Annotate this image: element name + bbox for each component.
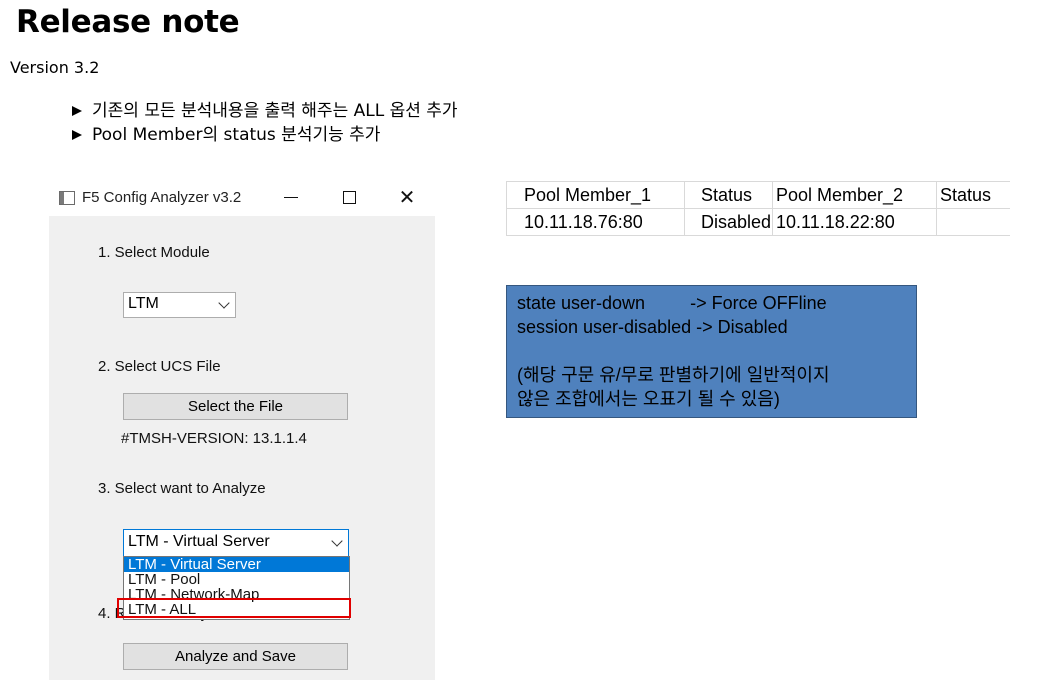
note-line: session user-disabled -> Disabled [517, 317, 788, 337]
note-box: state user-down -> Force OFFline session… [506, 285, 917, 418]
note-line: 않은 조합에서는 오표기 될 수 있음) [517, 389, 780, 409]
bullet-item: 기존의 모든 분석내용을 출력 해주는 ALL 옵션 추가 [72, 99, 458, 123]
close-button[interactable]: ✕ [385, 182, 429, 212]
bullet-item: Pool Member의 status 분석기능 추가 [72, 123, 458, 147]
bullet-text: Pool Member의 status 분석기능 추가 [92, 125, 381, 145]
arrow-bullet-icon [72, 130, 82, 140]
version-label: Version 3.2 [10, 58, 100, 77]
step1-label: 1. Select Module [98, 244, 210, 261]
table-cell: Disabled [684, 208, 773, 236]
tmsh-version-label: #TMSH-VERSION: 13.1.1.4 [121, 430, 307, 447]
module-select-value: LTM [128, 295, 159, 312]
highlight-box [117, 598, 351, 618]
close-icon: ✕ [398, 186, 416, 209]
analyze-and-save-button[interactable]: Analyze and Save [123, 643, 348, 670]
bullet-text: 기존의 모든 분석내용을 출력 해주는 ALL 옵션 추가 [92, 101, 458, 121]
select-file-button[interactable]: Select the File [123, 393, 348, 420]
window-title: F5 Config Analyzer v3.2 [82, 189, 242, 206]
table-row: 10.11.18.76:80 Disabled 10.11.18.22:80 [506, 208, 1010, 236]
table-header-cell: Status [936, 181, 1010, 209]
table-header-cell: Pool Member_2 [772, 181, 937, 209]
chevron-down-icon [218, 297, 230, 309]
analyze-select-value: LTM - Virtual Server [128, 533, 270, 550]
minimize-icon [284, 196, 298, 198]
table-header-cell: Pool Member_1 [506, 181, 685, 209]
step2-label: 2. Select UCS File [98, 358, 221, 375]
pool-member-table: Pool Member_1 Status Pool Member_2 Statu… [506, 181, 1010, 236]
maximize-icon [342, 190, 356, 204]
table-header-row: Pool Member_1 Status Pool Member_2 Statu… [506, 181, 1010, 209]
analyze-select[interactable]: LTM - Virtual Server [123, 529, 349, 557]
note-line: (해당 구문 유/무로 판별하기에 일반적이지 [517, 365, 830, 385]
module-select[interactable]: LTM [123, 292, 236, 318]
bullet-list: 기존의 모든 분석내용을 출력 해주는 ALL 옵션 추가 Pool Membe… [72, 99, 458, 147]
table-cell [936, 208, 1010, 236]
table-header-cell: Status [684, 181, 773, 209]
page-title: Release note [16, 4, 240, 40]
chevron-down-icon [331, 535, 343, 547]
dropdown-option[interactable]: LTM - Pool [124, 572, 349, 587]
app-window-icon [59, 191, 75, 205]
step3-label: 3. Select want to Analyze [98, 480, 266, 497]
analyzer-window: F5 Config Analyzer v3.2 ✕ 1. Select Modu… [49, 178, 435, 680]
table-cell: 10.11.18.76:80 [506, 208, 685, 236]
window-titlebar: F5 Config Analyzer v3.2 ✕ [49, 178, 435, 216]
arrow-bullet-icon [72, 106, 82, 116]
dropdown-option[interactable]: LTM - Virtual Server [124, 557, 349, 572]
note-line: state user-down -> Force OFFline [517, 293, 827, 313]
minimize-button[interactable] [269, 182, 313, 212]
table-cell: 10.11.18.22:80 [772, 208, 937, 236]
note-spacer [517, 339, 906, 363]
maximize-button[interactable] [327, 182, 371, 212]
